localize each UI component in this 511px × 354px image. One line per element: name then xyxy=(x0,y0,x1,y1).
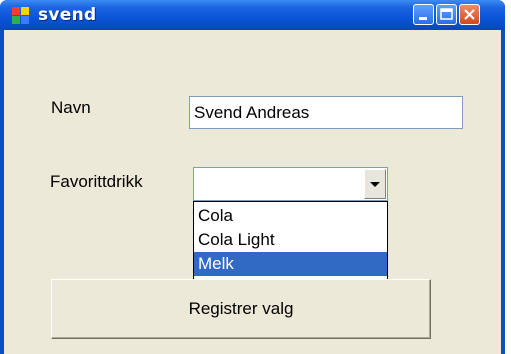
close-icon xyxy=(464,9,475,20)
favorite-drink-dropdown-list: Cola Cola Light Melk xyxy=(193,201,388,283)
maximize-button[interactable] xyxy=(436,4,457,25)
name-label: Navn xyxy=(51,98,91,117)
name-field[interactable]: Svend Andreas xyxy=(189,96,463,129)
title-bar[interactable]: svend xyxy=(0,0,505,30)
chevron-down-icon xyxy=(370,182,380,187)
app-window: svend Navn Svend Andreas Favorittdrikk C… xyxy=(0,0,505,354)
favorite-drink-label: Favorittdrikk xyxy=(50,172,143,191)
minimize-icon xyxy=(419,17,427,20)
window-title: svend xyxy=(38,5,97,25)
option-cola[interactable]: Cola xyxy=(194,204,387,228)
option-cola-light[interactable]: Cola Light xyxy=(194,228,387,252)
close-button[interactable] xyxy=(459,4,480,25)
maximize-icon xyxy=(440,8,453,20)
option-melk[interactable]: Melk xyxy=(194,252,387,276)
form-client-area: Navn Svend Andreas Favorittdrikk Cola Co… xyxy=(4,30,501,354)
app-window-icon xyxy=(12,7,30,25)
minimize-button[interactable] xyxy=(413,4,434,25)
favorite-drink-select[interactable] xyxy=(193,167,388,201)
register-choice-button[interactable]: Registrer valg xyxy=(51,279,431,339)
dropdown-button[interactable] xyxy=(364,169,386,199)
